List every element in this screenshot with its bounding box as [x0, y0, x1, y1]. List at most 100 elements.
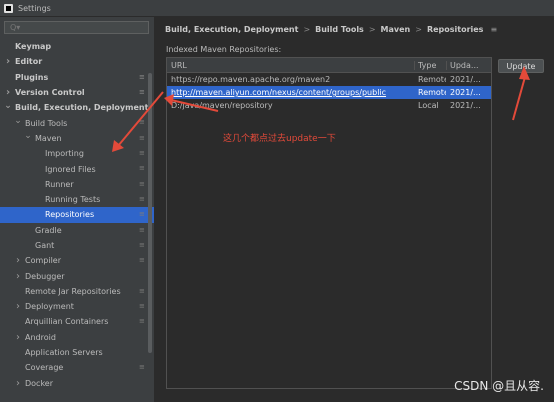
sidebar-item-label: Editor	[15, 57, 43, 67]
project-settings-icon	[139, 165, 146, 172]
project-settings-icon	[139, 257, 146, 264]
sidebar-item-label: Deployment	[25, 302, 74, 312]
sidebar-item-label: Plugins	[15, 72, 49, 82]
sidebar-item[interactable]: › Android	[0, 330, 154, 345]
sidebar-item[interactable]: › Editor	[0, 54, 154, 69]
annotation-note: 这几个都点过去update一下	[223, 134, 336, 144]
sidebar-item[interactable]: ⌄ Build Tools	[0, 115, 154, 130]
column-header-type[interactable]: Type	[414, 60, 446, 70]
sidebar-item[interactable]: Ignored Files	[0, 161, 154, 176]
breadcrumb-item[interactable]: Build Tools	[315, 25, 364, 34]
project-settings-icon	[139, 74, 146, 81]
repository-url: D:/java/maven/repository	[171, 101, 273, 110]
project-settings-icon	[139, 89, 146, 96]
table-row[interactable]: D:/java/maven/repository Local 2021/...	[167, 99, 491, 112]
project-settings-icon	[139, 227, 146, 234]
sidebar-item[interactable]: Keymap	[0, 39, 154, 54]
project-settings-icon	[139, 303, 146, 310]
sidebar-item-label: Build, Execution, Deployment	[15, 103, 149, 113]
sidebar-item-label: Docker	[25, 378, 54, 388]
table-row[interactable]: https://repo.maven.apache.org/maven2 Remo…	[167, 73, 491, 86]
sidebar-item-label: Coverage	[25, 363, 64, 373]
sidebar-item-label: Arquillian Containers	[25, 317, 109, 327]
chevron-right-icon[interactable]: ›	[4, 56, 12, 67]
settings-tree: Keymap›EditorPlugins›Version Control⌄Bui…	[0, 39, 154, 391]
sidebar-item-label: Android	[25, 332, 56, 342]
breadcrumb-separator: >	[368, 24, 376, 34]
project-settings-icon	[139, 288, 146, 295]
chevron-right-icon[interactable]: ›	[14, 378, 22, 389]
sidebar-item[interactable]: › Docker	[0, 376, 154, 391]
table-row[interactable]: http://maven.aliyun.com/nexus/content/gr…	[167, 86, 491, 99]
breadcrumb-item[interactable]: Maven	[381, 25, 411, 34]
sidebar-item[interactable]: Runner	[0, 177, 154, 192]
chevron-right-icon[interactable]: ›	[14, 255, 22, 266]
repositories-table: URL Type Upda... https://repo.maven.apac…	[166, 57, 492, 389]
sidebar-item-label: Remote Jar Repositories	[25, 286, 121, 296]
settings-sidebar: Keymap›EditorPlugins›Version Control⌄Bui…	[0, 17, 155, 402]
sidebar-item[interactable]: › Debugger	[0, 268, 154, 283]
repository-type: Local	[418, 101, 439, 110]
breadcrumb: Build, Execution, Deployment > Build Too…	[165, 22, 497, 36]
sidebar-item[interactable]: Coverage	[0, 360, 154, 375]
breadcrumb-item[interactable]: Build, Execution, Deployment	[165, 25, 298, 34]
sidebar-item-label: Keymap	[15, 42, 52, 52]
sidebar-item[interactable]: Gradle	[0, 223, 154, 238]
sidebar-item[interactable]: › Version Control	[0, 85, 154, 100]
sidebar-item[interactable]: Remote Jar Repositories	[0, 284, 154, 299]
sidebar-item[interactable]: › Deployment	[0, 299, 154, 314]
search-input[interactable]	[8, 22, 132, 33]
project-settings-icon	[139, 364, 146, 371]
sidebar-item[interactable]: ⌄ Maven	[0, 131, 154, 146]
project-settings-icon	[139, 119, 146, 126]
sidebar-item-label: Debugger	[25, 271, 65, 281]
chevron-down-icon[interactable]: ⌄	[4, 101, 12, 111]
title-bar: Settings	[0, 0, 554, 17]
repository-updated: 2021/...	[450, 101, 481, 110]
sidebar-item-label: Running Tests	[45, 195, 101, 205]
sidebar-item[interactable]: Gant	[0, 238, 154, 253]
sidebar-item[interactable]: › Compiler	[0, 253, 154, 268]
sidebar-item-label: Ignored Files	[45, 164, 96, 174]
sidebar-item-label: Gant	[35, 241, 55, 250]
sidebar-item[interactable]: Arquillian Containers	[0, 314, 154, 329]
sidebar-item[interactable]: Importing	[0, 146, 154, 161]
project-settings-icon	[139, 318, 146, 325]
window-title: Settings	[18, 3, 51, 13]
sidebar-scrollbar[interactable]	[148, 73, 152, 353]
sidebar-item-label: Repositories	[45, 210, 95, 220]
column-header-updated[interactable]: Upda...	[446, 60, 489, 70]
chevron-right-icon[interactable]: ›	[4, 87, 12, 98]
settings-search[interactable]	[4, 21, 149, 34]
sidebar-item[interactable]: Plugins	[0, 70, 154, 85]
column-header-url[interactable]: URL	[167, 61, 414, 70]
update-button[interactable]: Update	[498, 59, 544, 73]
sidebar-item-label: Application Servers	[25, 348, 103, 358]
watermark: CSDN @且从容.	[454, 379, 544, 393]
project-settings-icon	[139, 135, 146, 142]
table-header: URL Type Upda...	[167, 58, 491, 73]
breadcrumb-item[interactable]: Repositories	[427, 25, 484, 34]
breadcrumb-separator: >	[415, 24, 422, 34]
intellij-logo-icon	[4, 3, 13, 13]
repository-type: Remote	[418, 75, 446, 84]
repository-url: https://repo.maven.apache.org/maven2	[171, 75, 331, 84]
chevron-right-icon[interactable]: ›	[14, 332, 22, 343]
chevron-down-icon[interactable]: ⌄	[14, 116, 22, 126]
sidebar-item[interactable]: Application Servers	[0, 345, 154, 360]
sidebar-item-label: Runner	[45, 179, 74, 189]
chevron-right-icon[interactable]: ›	[14, 301, 22, 312]
sidebar-item[interactable]: Repositories	[0, 207, 154, 223]
project-settings-icon	[139, 242, 146, 249]
chevron-down-icon[interactable]: ⌄	[24, 131, 32, 141]
sidebar-item-label: Gradle	[35, 225, 62, 235]
sidebar-item[interactable]: Running Tests	[0, 192, 154, 207]
project-settings-icon	[139, 211, 146, 218]
sidebar-item-label: Build Tools	[25, 118, 68, 128]
section-label: Indexed Maven Repositories:	[166, 45, 282, 54]
repository-updated: 2021/...	[450, 88, 481, 97]
project-settings-icon	[139, 150, 146, 157]
chevron-right-icon[interactable]: ›	[14, 271, 22, 282]
settings-content: Build, Execution, Deployment > Build Too…	[155, 17, 554, 402]
sidebar-item[interactable]: ⌄ Build, Execution, Deployment	[0, 100, 154, 115]
